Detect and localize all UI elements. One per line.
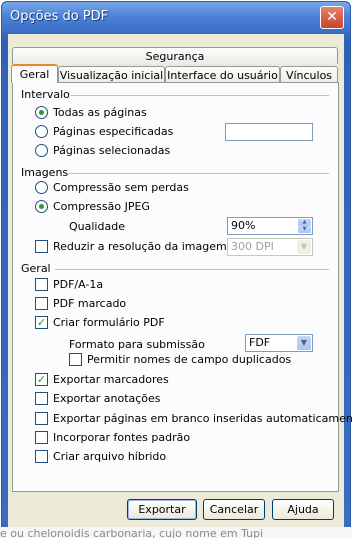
quality-spinbox[interactable]: 90% ▲ ▼ <box>227 217 313 235</box>
checkbox-indicator[interactable] <box>35 278 48 291</box>
dialog-window: Opções do PDF ✕ Segurança Geral Visualiz… <box>1 1 352 537</box>
checkbox-label: Exportar páginas em branco inseridas aut… <box>53 412 352 425</box>
radio-label: Compressão sem perdas <box>53 181 189 194</box>
tab-label: Vínculos <box>285 69 333 82</box>
checkbox-indicator[interactable] <box>35 450 48 463</box>
radio-label: Páginas especificadas <box>53 125 174 138</box>
group-title-imagens: Imagens <box>21 166 69 179</box>
close-button[interactable]: ✕ <box>320 6 344 29</box>
radio-indicator[interactable] <box>35 106 48 119</box>
cancel-button[interactable]: Cancelar <box>203 499 265 520</box>
checkbox-reduce-resolution[interactable]: Reduzir a resolução da imagem <box>35 240 227 253</box>
checkbox-indicator[interactable] <box>35 297 48 310</box>
submit-format-select[interactable]: FDF ▼ <box>245 334 313 352</box>
checkbox-export-bookmarks[interactable]: ✓ Exportar marcadores <box>35 373 169 386</box>
checkbox-tagged-pdf[interactable]: PDF marcado <box>35 297 126 310</box>
spin-buttons[interactable]: ▲ ▼ <box>298 219 311 233</box>
divider <box>55 269 329 270</box>
resolution-select[interactable]: 300 DPI ▼ <box>227 238 313 256</box>
tab-vinculos[interactable]: Vínculos <box>280 66 338 83</box>
checkbox-label: Criar formulário PDF <box>53 316 165 329</box>
spin-down-icon[interactable]: ▼ <box>298 226 311 233</box>
checkbox-indicator[interactable] <box>35 431 48 444</box>
spin-up-icon[interactable]: ▲ <box>298 219 311 226</box>
specified-pages-input[interactable] <box>225 123 313 141</box>
checkbox-label: PDF marcado <box>53 297 127 310</box>
tab-label: Interface do usuário <box>167 69 278 82</box>
tab-label: Geral <box>19 68 50 81</box>
checkbox-label: Reduzir a resolução da imagem <box>53 240 227 253</box>
title-bar[interactable]: Opções do PDF ✕ <box>2 2 350 32</box>
tab-geral[interactable]: Geral <box>11 64 58 83</box>
checkbox-pdfa[interactable]: PDF/A-1a <box>35 278 103 291</box>
checkbox-label: PDF/A-1a <box>53 278 104 291</box>
tab-label: Visualização inicial <box>59 69 164 82</box>
radio-indicator[interactable] <box>35 181 48 194</box>
radio-label: Todas as páginas <box>53 106 147 119</box>
radio-lossless[interactable]: Compressão sem perdas <box>35 181 189 194</box>
submit-format-value: FDF <box>249 336 271 349</box>
checkbox-label: Permitir nomes de campo duplicados <box>87 353 292 366</box>
radio-label: Compressão JPEG <box>53 200 150 213</box>
checkbox-embed-fonts[interactable]: Incorporar fontes padrão <box>35 431 190 444</box>
checkbox-hybrid-file[interactable]: Criar arquivo híbrido <box>35 450 166 463</box>
export-button[interactable]: Exportar <box>127 499 197 520</box>
check-icon[interactable]: ✓ <box>35 316 48 329</box>
checkbox-indicator[interactable] <box>69 353 82 366</box>
radio-indicator[interactable] <box>35 144 48 157</box>
divider <box>71 95 329 96</box>
submit-format-label: Formato para submissão <box>69 338 205 351</box>
checkbox-indicator[interactable] <box>35 412 48 425</box>
chevron-down-icon: ▼ <box>297 336 311 350</box>
radio-label: Páginas selecionadas <box>53 144 171 157</box>
tab-seguranca[interactable]: Segurança <box>12 47 338 64</box>
checkbox-export-notes[interactable]: Exportar anotações <box>35 392 161 405</box>
tab-interface-usuario[interactable]: Interface do usuário <box>165 66 280 83</box>
checkbox-label: Incorporar fontes padrão <box>53 431 191 444</box>
window-title: Opções do PDF <box>10 9 109 24</box>
checkbox-label: Criar arquivo híbrido <box>53 450 167 463</box>
radio-jpeg[interactable]: Compressão JPEG <box>35 200 150 213</box>
divider <box>67 173 329 174</box>
quality-label: Qualidade <box>69 220 125 233</box>
background-document-text: e ou chelonoidis carbonaria, cujo nome e… <box>0 527 352 538</box>
close-icon: ✕ <box>326 9 338 25</box>
help-button[interactable]: Ajuda <box>272 499 334 520</box>
checkbox-blank-pages[interactable]: Exportar páginas em branco inseridas aut… <box>35 412 352 425</box>
tab-panel-geral: Intervalo Todas as páginas Páginas espec… <box>12 82 352 492</box>
checkbox-indicator[interactable] <box>35 392 48 405</box>
tab-label: Segurança <box>145 50 205 63</box>
radio-indicator[interactable] <box>35 125 48 138</box>
radio-selected-pages[interactable]: Páginas selecionadas <box>35 144 170 157</box>
tab-visualizacao-inicial[interactable]: Visualização inicial <box>58 66 165 83</box>
checkbox-label: Exportar marcadores <box>53 373 169 386</box>
chevron-down-icon: ▼ <box>297 240 311 254</box>
checkbox-label: Exportar anotações <box>53 392 161 405</box>
resolution-value: 300 DPI <box>231 240 274 253</box>
checkbox-duplicate-names[interactable]: Permitir nomes de campo duplicados <box>69 353 291 366</box>
group-title-geral: Geral <box>21 262 51 275</box>
radio-all-pages[interactable]: Todas as páginas <box>35 106 147 119</box>
dialog-client: Segurança Geral Visualização inicial Int… <box>8 34 352 530</box>
checkbox-indicator[interactable] <box>35 240 48 253</box>
group-title-intervalo: Intervalo <box>21 88 70 101</box>
check-icon[interactable]: ✓ <box>35 373 48 386</box>
checkbox-create-form[interactable]: ✓ Criar formulário PDF <box>35 316 165 329</box>
radio-indicator[interactable] <box>35 200 48 213</box>
quality-value: 90% <box>231 219 256 232</box>
radio-specified-pages[interactable]: Páginas especificadas <box>35 125 173 138</box>
